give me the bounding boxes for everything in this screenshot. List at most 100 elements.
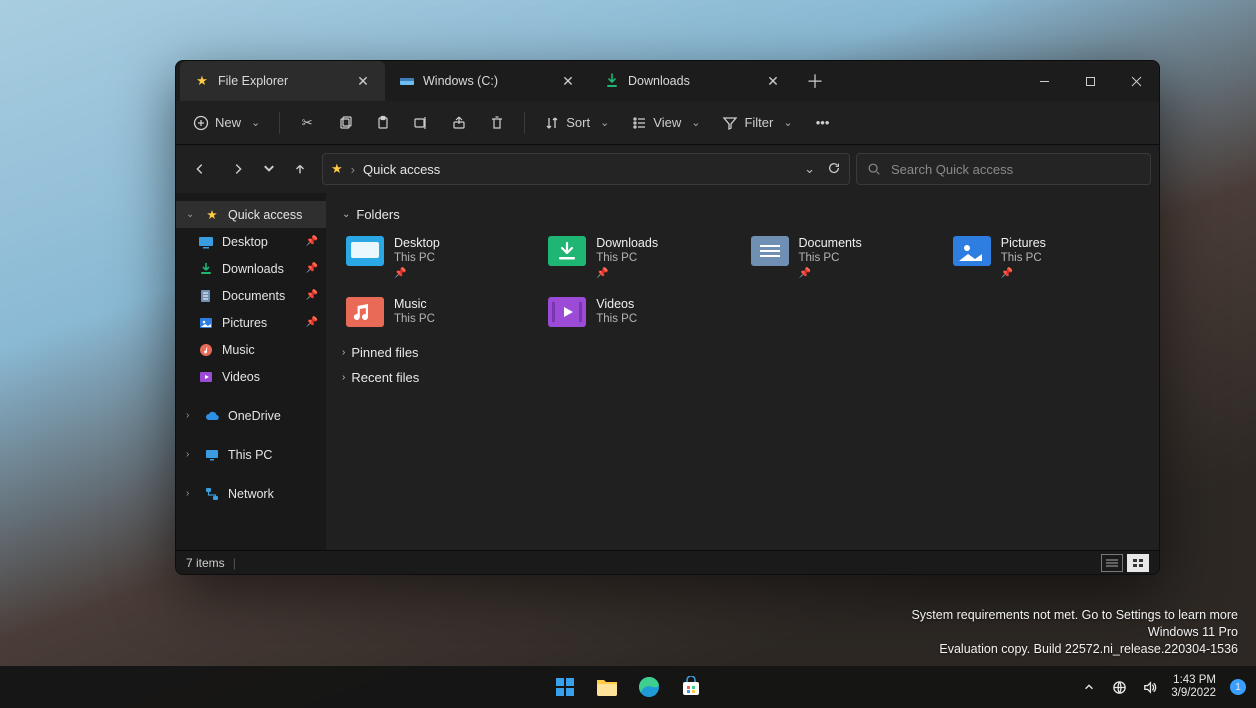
details-view-button[interactable]	[1101, 554, 1123, 572]
sort-button[interactable]: Sort	[535, 107, 618, 139]
copy-button[interactable]	[328, 107, 362, 139]
chevron-right-icon: ›	[186, 410, 196, 421]
address-bar[interactable]: ★ › Quick access ⌄	[322, 153, 850, 185]
folder-desktop[interactable]: DesktopThis PC📌	[342, 232, 536, 283]
minimize-button[interactable]	[1021, 61, 1067, 101]
pin-icon: 📌	[306, 290, 318, 301]
download-icon	[604, 73, 620, 89]
watermark-line3: Evaluation copy. Build 22572.ni_release.…	[911, 641, 1238, 658]
clock-date: 3/9/2022	[1171, 687, 1216, 700]
pin-icon: 📌	[306, 317, 318, 328]
sidebar-item-downloads[interactable]: Downloads 📌	[176, 255, 326, 282]
share-button[interactable]	[442, 107, 476, 139]
sidebar-onedrive[interactable]: › OneDrive	[176, 402, 326, 429]
folder-music[interactable]: MusicThis PC	[342, 293, 536, 331]
folder-location: This PC	[596, 313, 637, 325]
folder-videos[interactable]: VideosThis PC	[544, 293, 738, 331]
divider: |	[233, 556, 236, 570]
section-folders[interactable]: ⌄ Folders	[342, 207, 1143, 222]
chevron-down-icon: ⌄	[186, 209, 196, 220]
clock[interactable]: 1:43 PM 3/9/2022	[1171, 674, 1216, 699]
folder-name: Downloads	[596, 236, 658, 250]
taskbar-edge[interactable]	[632, 670, 666, 704]
section-label: Pinned files	[351, 345, 418, 360]
close-icon[interactable]: ✕	[761, 73, 785, 90]
sidebar-item-music[interactable]: Music	[176, 336, 326, 363]
network-icon	[204, 486, 220, 502]
close-icon[interactable]: ✕	[556, 73, 580, 90]
sort-label: Sort	[566, 115, 590, 130]
notification-badge[interactable]: 1	[1230, 679, 1246, 695]
cloud-icon	[204, 408, 220, 424]
paste-button[interactable]	[366, 107, 400, 139]
sidebar-label: Desktop	[222, 235, 268, 249]
folder-documents[interactable]: DocumentsThis PC📌	[747, 232, 941, 283]
up-button[interactable]	[284, 153, 316, 185]
close-icon[interactable]: ✕	[351, 73, 375, 90]
folder-pictures[interactable]: PicturesThis PC📌	[949, 232, 1143, 283]
share-icon	[451, 115, 467, 131]
rename-icon	[413, 115, 429, 131]
sidebar-item-desktop[interactable]: Desktop 📌	[176, 228, 326, 255]
delete-button[interactable]	[480, 107, 514, 139]
sidebar-label: Network	[228, 487, 274, 501]
divider	[279, 112, 280, 134]
sidebar-item-pictures[interactable]: Pictures 📌	[176, 309, 326, 336]
section-pinned-files[interactable]: › Pinned files	[342, 345, 1143, 360]
section-recent-files[interactable]: › Recent files	[342, 370, 1143, 385]
folder-location: This PC	[394, 252, 440, 264]
taskbar-file-explorer[interactable]	[590, 670, 624, 704]
videos-icon	[548, 297, 586, 327]
search-input[interactable]	[891, 162, 1140, 177]
view-button[interactable]: View	[622, 107, 709, 139]
tray-chevron-icon[interactable]	[1081, 679, 1097, 695]
thumbnails-view-button[interactable]	[1127, 554, 1149, 572]
chevron-down-icon[interactable]: ⌄	[804, 161, 815, 177]
more-button[interactable]: •••	[806, 107, 840, 139]
watermark-line2: Windows 11 Pro	[911, 624, 1238, 641]
maximize-button[interactable]	[1067, 61, 1113, 101]
trash-icon	[489, 115, 505, 131]
sidebar-item-videos[interactable]: Videos	[176, 363, 326, 390]
taskbar-store[interactable]	[674, 670, 708, 704]
tab-downloads[interactable]: Downloads ✕	[590, 61, 795, 101]
sidebar-label: OneDrive	[228, 409, 281, 423]
tab-label: File Explorer	[218, 74, 343, 88]
system-tray: 1:43 PM 3/9/2022 1	[1081, 674, 1246, 699]
address-location: Quick access	[363, 162, 440, 177]
navigation-pane: ⌄ ★ Quick access Desktop 📌 Downloads 📌 D…	[176, 193, 326, 550]
sidebar-item-documents[interactable]: Documents 📌	[176, 282, 326, 309]
folder-downloads[interactable]: DownloadsThis PC📌	[544, 232, 738, 283]
recent-locations-button[interactable]	[260, 153, 278, 185]
videos-icon	[198, 369, 214, 385]
sidebar-quick-access[interactable]: ⌄ ★ Quick access	[176, 201, 326, 228]
rename-button[interactable]	[404, 107, 438, 139]
new-button[interactable]: New	[184, 107, 269, 139]
drive-icon	[399, 73, 415, 89]
view-label: View	[653, 115, 681, 130]
filter-button[interactable]: Filter	[713, 107, 801, 139]
forward-button[interactable]	[222, 153, 254, 185]
new-tab-button[interactable]: ＋	[795, 61, 835, 101]
section-label: Folders	[356, 207, 399, 222]
network-icon[interactable]	[1111, 679, 1127, 695]
sidebar-thispc[interactable]: › This PC	[176, 441, 326, 468]
pin-icon: 📌	[394, 268, 440, 279]
watermark-line1: System requirements not met. Go to Setti…	[911, 607, 1238, 624]
monitor-icon	[204, 447, 220, 463]
tab-windows-c[interactable]: Windows (C:) ✕	[385, 61, 590, 101]
sidebar-label: This PC	[228, 448, 272, 462]
cut-button[interactable]: ✂	[290, 107, 324, 139]
star-icon: ★	[204, 207, 220, 223]
chevron-right-icon: ›	[186, 449, 196, 460]
filter-label: Filter	[744, 115, 773, 130]
start-button[interactable]	[548, 670, 582, 704]
folders-grid: DesktopThis PC📌DownloadsThis PC📌Document…	[342, 232, 1143, 331]
sidebar-network[interactable]: › Network	[176, 480, 326, 507]
back-button[interactable]	[184, 153, 216, 185]
search-bar[interactable]	[856, 153, 1151, 185]
tab-file-explorer[interactable]: ★ File Explorer ✕	[180, 61, 385, 101]
refresh-icon[interactable]	[827, 161, 841, 177]
close-button[interactable]	[1113, 61, 1159, 101]
volume-icon[interactable]	[1141, 679, 1157, 695]
